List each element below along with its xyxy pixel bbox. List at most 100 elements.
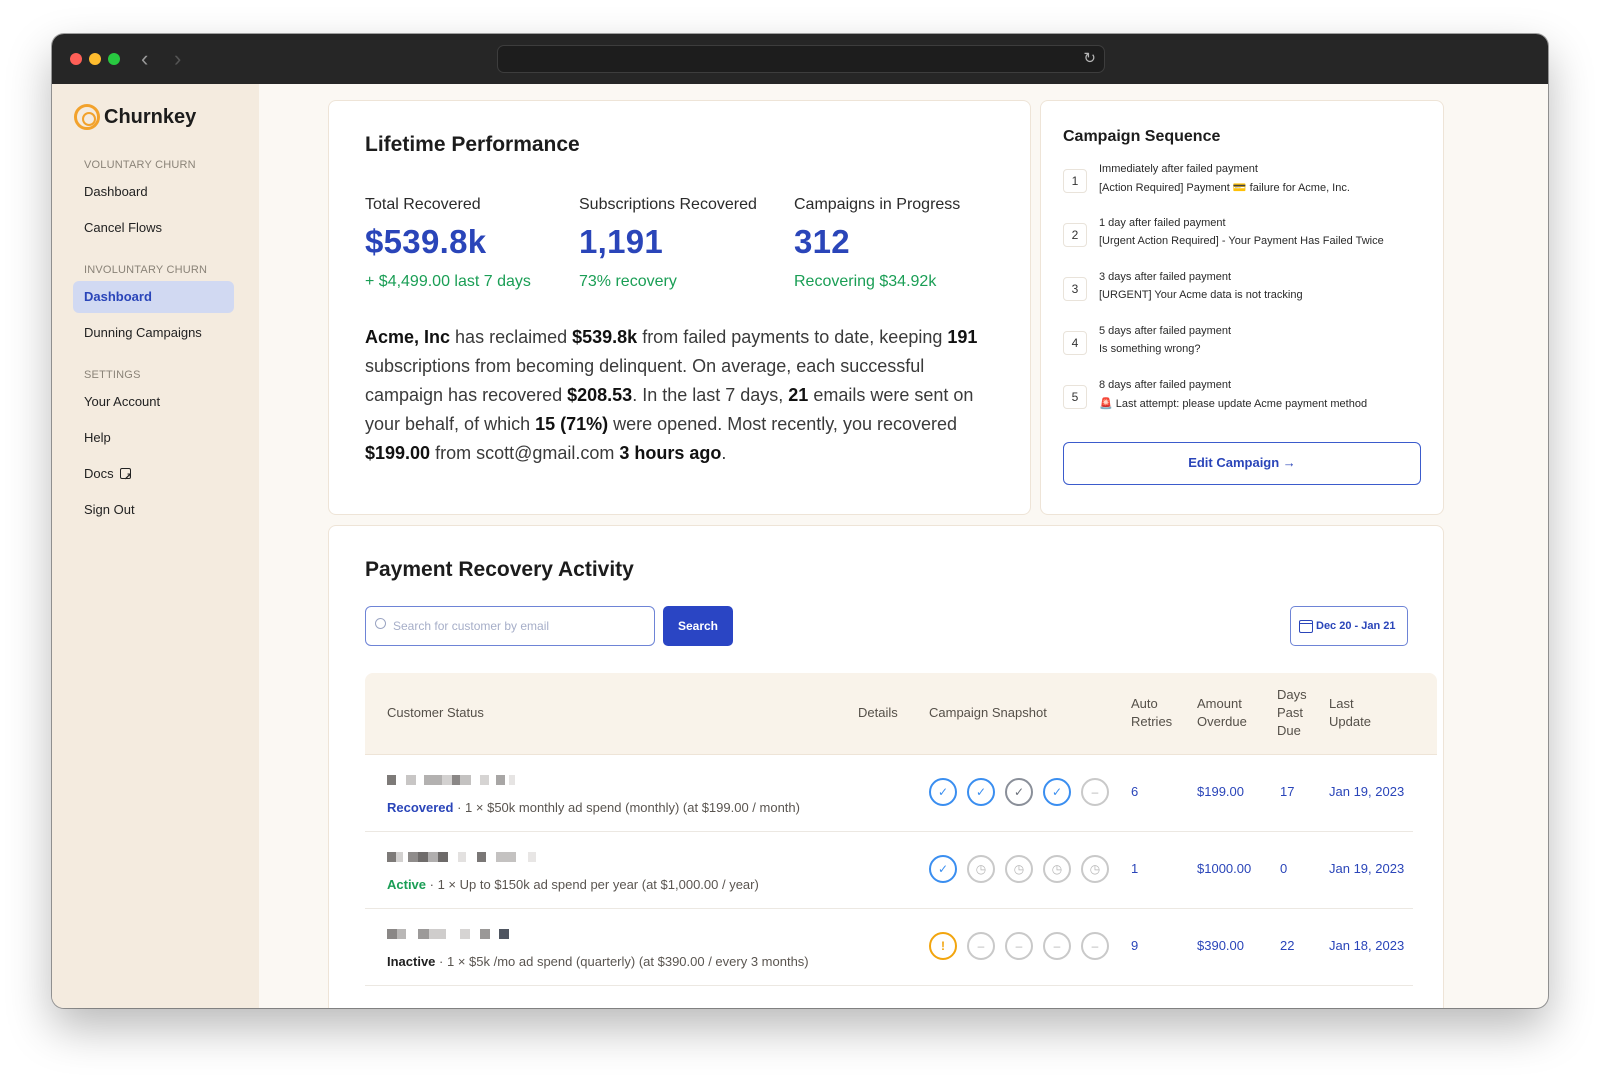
customer-search-field[interactable]: [365, 606, 655, 646]
column-header-days-past-due[interactable]: Days Past Due: [1277, 686, 1307, 740]
churnkey-logo[interactable]: Churnkey: [74, 104, 196, 130]
metric-subtext: + $4,499.00 last 7 days: [365, 273, 531, 290]
docs-label: Docs: [84, 466, 114, 481]
sidebar-item-cancel-flows[interactable]: Cancel Flows: [73, 212, 234, 244]
customer-status-line: Recovered · 1 × $50k monthly ad spend (m…: [387, 800, 800, 815]
clock-status-icon[interactable]: ◷: [1005, 855, 1033, 883]
column-header-campaign-snapshot[interactable]: Campaign Snapshot: [929, 704, 1047, 722]
column-header-last-update[interactable]: Last Update: [1329, 695, 1371, 731]
reload-icon[interactable]: ↻: [1083, 49, 1096, 67]
metric-campaigns-in-progress: Campaigns in Progress 312 Recovering $34…: [794, 196, 960, 291]
date-range-picker[interactable]: Dec 20 - Jan 21: [1290, 606, 1408, 646]
last-update-value: Jan 19, 2023: [1329, 784, 1405, 799]
clock-status-icon[interactable]: ◷: [967, 855, 995, 883]
days-past-due-value: 0: [1280, 861, 1288, 876]
dash-status-icon[interactable]: –: [1043, 932, 1071, 960]
step-timing: 3 days after failed payment: [1099, 271, 1232, 283]
metric-value: 1,191: [579, 223, 664, 260]
sidebar-item-involuntary-dashboard[interactable]: Dashboard: [73, 281, 234, 313]
table-row[interactable]: Active · 1 × Up to $150k ad spend per ye…: [365, 832, 1413, 909]
column-header-customer-status[interactable]: Customer Status: [387, 704, 484, 722]
amount-overdue-value: $199.00: [1197, 784, 1244, 799]
app-name: Churnkey: [104, 105, 197, 128]
browser-window: ‹ › ↻ Churnkey VOLUNTARY CHURN Dashboard…: [52, 34, 1548, 1008]
column-header-auto-retries[interactable]: Auto Retries: [1131, 695, 1172, 731]
check-status-icon[interactable]: ✓: [929, 778, 957, 806]
warn-status-icon[interactable]: !: [929, 932, 957, 960]
address-bar[interactable]: ↻: [497, 45, 1105, 73]
campaign-step[interactable]: 3 3 days after failed payment [URGENT] Y…: [1063, 271, 1423, 311]
churnkey-logo-icon: [74, 104, 100, 130]
column-header-amount-overdue[interactable]: Amount Overdue: [1197, 695, 1247, 731]
amount-overdue-value: $390.00: [1197, 938, 1244, 953]
sidebar-item-dunning-campaigns[interactable]: Dunning Campaigns: [73, 317, 234, 349]
back-arrow-icon[interactable]: ‹: [141, 46, 148, 72]
step-subject: [Urgent Action Required] - Your Payment …: [1099, 235, 1384, 247]
external-link-icon: [119, 462, 132, 494]
check-grey-status-icon[interactable]: ✓: [1005, 778, 1033, 806]
lifetime-performance-card: Lifetime Performance Total Recovered $53…: [328, 100, 1031, 515]
minimize-window-button[interactable]: [89, 53, 101, 65]
metric-value: $539.8k: [365, 223, 487, 260]
campaign-step[interactable]: 5 8 days after failed payment 🚨 Last att…: [1063, 379, 1423, 419]
dash-status-icon[interactable]: –: [967, 932, 995, 960]
plan-description: · 1 × $50k monthly ad spend (monthly) (a…: [453, 800, 800, 815]
lifetime-performance-title: Lifetime Performance: [365, 133, 580, 156]
metric-label: Campaigns in Progress: [794, 196, 961, 213]
metric-label: Subscriptions Recovered: [579, 196, 757, 213]
check-status-icon[interactable]: ✓: [929, 855, 957, 883]
redacted-customer-email: [387, 852, 536, 862]
campaign-step[interactable]: 1 Immediately after failed payment [Acti…: [1063, 163, 1423, 203]
campaign-sequence-card: Campaign Sequence 1 Immediately after fa…: [1040, 100, 1444, 515]
auto-retries-value: 6: [1131, 784, 1139, 799]
customer-status-line: Active · 1 × Up to $150k ad spend per ye…: [387, 877, 759, 892]
column-header-details[interactable]: Details: [858, 704, 898, 722]
search-button[interactable]: Search: [663, 606, 733, 646]
status-label: Recovered: [387, 800, 454, 815]
sidebar-item-voluntary-dashboard[interactable]: Dashboard: [73, 176, 234, 208]
customer-status-line: Inactive · 1 × $5k /mo ad spend (quarter…: [387, 954, 809, 969]
clock-status-icon[interactable]: ◷: [1081, 855, 1109, 883]
metric-value: 312: [794, 223, 850, 260]
section-label-settings: SETTINGS: [84, 369, 141, 381]
metric-label: Total Recovered: [365, 196, 481, 213]
amount-overdue-value: $1000.00: [1197, 861, 1252, 876]
check-status-icon[interactable]: ✓: [1043, 778, 1071, 806]
sidebar-item-sign-out[interactable]: Sign Out: [73, 494, 234, 526]
check-status-icon[interactable]: ✓: [967, 778, 995, 806]
edit-campaign-button[interactable]: Edit Campaign →: [1063, 442, 1421, 485]
customer-search-input[interactable]: [393, 615, 643, 637]
plan-description: · 1 × Up to $150k ad spend per year (at …: [426, 877, 759, 892]
sidebar-item-docs[interactable]: Docs: [73, 458, 234, 494]
redacted-customer-email: [387, 929, 509, 939]
dash-status-icon[interactable]: –: [1005, 932, 1033, 960]
status-label: Active: [387, 877, 427, 892]
maximize-window-button[interactable]: [108, 53, 120, 65]
clock-status-icon[interactable]: ◷: [1043, 855, 1071, 883]
campaign-snapshot: ✓ ✓ ✓ ✓ –: [929, 778, 1109, 806]
browser-titlebar: ‹ › ↻: [52, 34, 1548, 84]
campaign-sequence-title: Campaign Sequence: [1063, 128, 1221, 145]
auto-retries-value: 1: [1131, 861, 1139, 876]
campaign-snapshot: ! – – – –: [929, 932, 1109, 960]
forward-arrow-icon[interactable]: ›: [174, 46, 181, 72]
dash-status-icon[interactable]: –: [1081, 932, 1109, 960]
table-row[interactable]: Inactive · 1 × $5k /mo ad spend (quarter…: [365, 909, 1413, 986]
step-number: 5: [1063, 385, 1087, 409]
step-number: 3: [1063, 277, 1087, 301]
section-label-voluntary-churn: VOLUNTARY CHURN: [84, 159, 196, 171]
performance-summary: Acme, Inc has reclaimed $539.8k from fai…: [365, 327, 978, 463]
step-timing: 8 days after failed payment: [1099, 379, 1232, 391]
step-number: 1: [1063, 169, 1087, 193]
activity-table-header: Customer Status Details Campaign Snapsho…: [365, 673, 1437, 755]
table-row[interactable]: Recovered · 1 × $50k monthly ad spend (m…: [365, 755, 1413, 832]
step-number: 4: [1063, 331, 1087, 355]
redacted-customer-email: [387, 775, 515, 785]
step-subject: [Action Required] Payment 💳 failure for …: [1099, 182, 1350, 194]
close-window-button[interactable]: [70, 53, 82, 65]
sidebar-item-help[interactable]: Help: [73, 422, 234, 454]
campaign-step[interactable]: 4 5 days after failed payment Is somethi…: [1063, 325, 1423, 365]
dash-status-icon[interactable]: –: [1081, 778, 1109, 806]
sidebar-item-your-account[interactable]: Your Account: [73, 386, 234, 418]
campaign-step[interactable]: 2 1 day after failed payment [Urgent Act…: [1063, 217, 1423, 257]
